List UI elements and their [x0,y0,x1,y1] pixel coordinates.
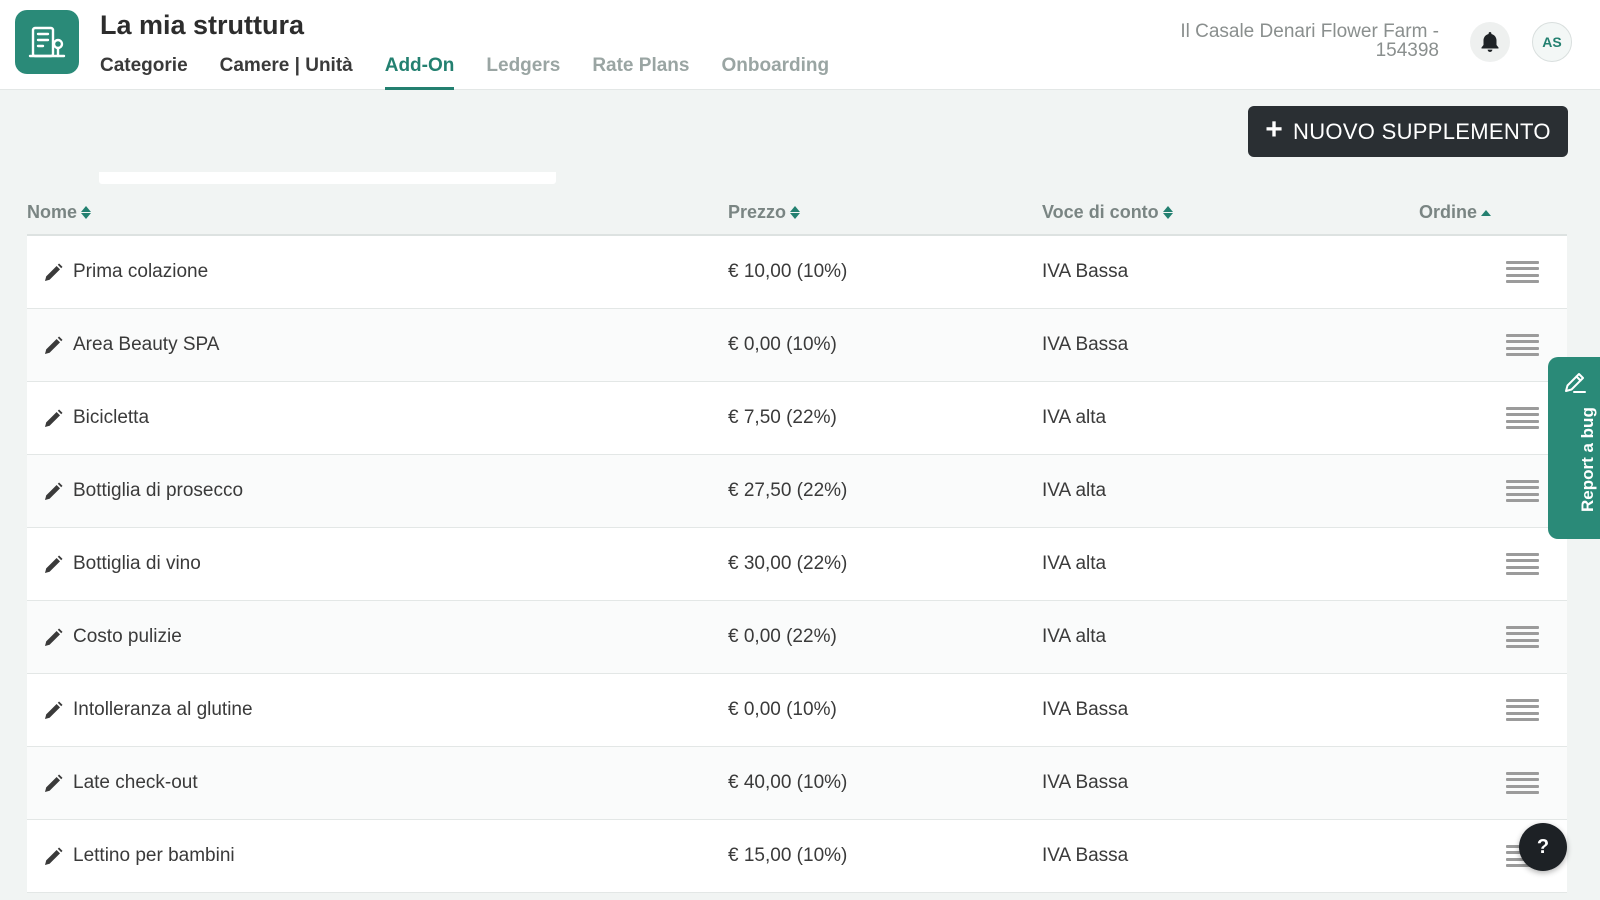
addon-price: € 0,00 (10%) [728,699,837,720]
table-row: Area Beauty SPA € 0,00 (10%) IVA Bassa [27,309,1567,382]
table-body: Prima colazione € 10,00 (10%) IVA Bassa … [27,236,1567,893]
table-header: Nome Prezzo Voce di conto Ordine [27,190,1567,236]
addon-ledger: IVA alta [1042,407,1107,428]
column-label: Ordine [1419,202,1478,222]
addon-name: Prima colazione [73,261,209,282]
help-button[interactable]: ? [1519,823,1567,871]
pencil-icon[interactable] [43,336,63,356]
pencil-icon[interactable] [43,847,63,867]
new-supplement-button[interactable]: + NUOVO SUPPLEMENTO [1248,106,1568,157]
report-bug-label: Report a bug [1578,407,1597,512]
table-row: Late check-out € 40,00 (10%) IVA Bassa [27,747,1567,820]
addon-price: € 7,50 (22%) [728,407,837,428]
addons-table: Nome Prezzo Voce di conto Ordine Prima c… [27,190,1567,893]
drag-handle-icon[interactable] [1506,407,1539,429]
column-header-price[interactable]: Prezzo [728,202,801,223]
column-label: Voce di conto [1042,202,1159,222]
addon-price: € 30,00 (22%) [728,553,848,574]
pencil-outline-icon [1565,373,1586,393]
tab-camere-unita[interactable]: Camere | Unità [220,53,353,90]
report-bug-button[interactable]: Report a bug [1548,357,1600,539]
addon-ledger: IVA Bassa [1042,334,1129,355]
pencil-icon[interactable] [43,628,63,648]
table-row: Prima colazione € 10,00 (10%) IVA Bassa [27,236,1567,309]
addon-name: Costo pulizie [73,626,182,647]
addon-price: € 40,00 (10%) [728,772,848,793]
plus-icon: + [1265,113,1284,146]
addon-price: € 10,00 (10%) [728,261,848,282]
top-bar: La mia struttura Categorie Camere | Unit… [0,0,1600,90]
table-row: Bottiglia di prosecco € 27,50 (22%) IVA … [27,455,1567,528]
pencil-icon[interactable] [43,701,63,721]
tab-categorie[interactable]: Categorie [100,53,188,90]
table-row: Bicicletta € 7,50 (22%) IVA alta [27,382,1567,455]
table-row: Bottiglia di vino € 30,00 (22%) IVA alta [27,528,1567,601]
addon-name: Bottiglia di vino [73,553,201,574]
addon-name: Lettino per bambini [73,845,235,866]
addon-ledger: IVA alta [1042,480,1107,501]
tab-add-on[interactable]: Add-On [384,53,455,90]
column-header-order[interactable]: Ordine [1419,202,1492,223]
tab-rate-plans[interactable]: Rate Plans [592,53,689,90]
drag-handle-icon[interactable] [1506,334,1539,356]
addon-name: Area Beauty SPA [73,334,220,355]
column-header-ledger[interactable]: Voce di conto [1042,202,1173,223]
table-row: Costo pulizie € 0,00 (22%) IVA alta [27,601,1567,674]
addon-ledger: IVA Bassa [1042,772,1129,793]
addon-name: Intolleranza al glutine [73,699,253,720]
bell-icon [1481,32,1499,52]
drag-handle-icon[interactable] [1506,553,1539,575]
addon-price: € 0,00 (22%) [728,626,837,647]
search-field[interactable] [99,172,556,184]
addon-ledger: IVA Bassa [1042,261,1129,282]
column-label: Nome [27,202,78,222]
notifications-button[interactable] [1470,22,1510,62]
addon-ledger: IVA alta [1042,553,1107,574]
new-supplement-label: NUOVO SUPPLEMENTO [1293,118,1551,144]
table-row: Intolleranza al glutine € 0,00 (10%) IVA… [27,674,1567,747]
addon-ledger: IVA Bassa [1042,845,1129,866]
addon-name: Late check-out [73,772,198,793]
drag-handle-icon[interactable] [1506,261,1539,283]
table-row: Lettino per bambini € 15,00 (10%) IVA Ba… [27,820,1567,893]
addon-name: Bottiglia di prosecco [73,480,244,501]
page-title: La mia struttura [100,10,305,40]
column-label: Prezzo [728,202,787,222]
drag-handle-icon[interactable] [1506,480,1539,502]
building-logo-icon[interactable] [15,10,79,74]
addon-ledger: IVA alta [1042,626,1107,647]
drag-handle-icon[interactable] [1506,772,1539,794]
drag-handle-icon[interactable] [1506,699,1539,721]
sort-icon [81,206,92,219]
sort-ascending-icon [1481,209,1492,216]
sort-icon [790,206,801,219]
addon-price: € 15,00 (10%) [728,845,848,866]
pencil-icon[interactable] [43,774,63,794]
column-header-name[interactable]: Nome [27,202,92,223]
pencil-icon[interactable] [43,482,63,502]
pencil-icon[interactable] [43,263,63,283]
addon-price: € 27,50 (22%) [728,480,848,501]
user-avatar[interactable]: AS [1532,22,1572,62]
pencil-icon[interactable] [43,555,63,575]
addon-ledger: IVA Bassa [1042,699,1129,720]
tab-onboarding[interactable]: Onboarding [721,53,829,90]
pencil-icon[interactable] [43,409,63,429]
sort-icon [1162,206,1173,219]
addon-name: Bicicletta [73,407,150,428]
property-name[interactable]: Il Casale Denari Flower Farm - 154398 [1139,22,1439,60]
drag-handle-icon[interactable] [1506,626,1539,648]
addon-price: € 0,00 (10%) [728,334,837,355]
section-tabs: Categorie Camere | Unità Add-On Ledgers … [100,53,829,90]
tab-ledgers[interactable]: Ledgers [486,53,560,90]
